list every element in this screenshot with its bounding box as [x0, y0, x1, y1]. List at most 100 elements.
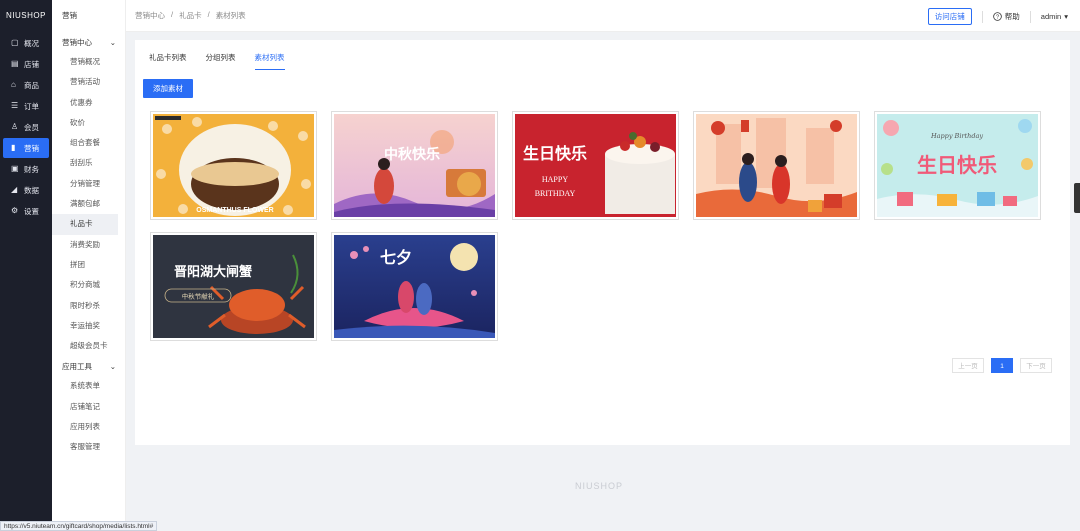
sub-nav-item[interactable]: 系统表单 — [52, 376, 118, 396]
crab-caption: 晋阳湖大闸蟹 — [174, 264, 252, 280]
side-float-tab[interactable] — [1074, 183, 1080, 213]
sub-nav-item[interactable]: 拼团 — [52, 255, 118, 275]
divider — [1029, 10, 1031, 23]
sub-nav-item[interactable]: 营销概况 — [52, 52, 118, 72]
main-nav-item[interactable]: ☰ 订单 — [3, 96, 49, 116]
sub-nav-item[interactable]: 满额包邮 — [52, 194, 118, 214]
help-label: 帮助 — [1004, 12, 1020, 21]
main-nav-item[interactable]: ⌂ 商品 — [3, 75, 49, 95]
sub-nav-item[interactable]: 店铺笔记 — [52, 397, 118, 417]
main-nav-label: 商品 — [24, 80, 39, 90]
new-year-image — [696, 114, 857, 217]
main-nav-label: 订单 — [24, 101, 39, 111]
chevron-down-icon: ⌄ — [109, 361, 116, 371]
main-nav-list: ▢ 概况 ▤ 店铺 ⌂ 商品 ☰ 订单 ♙ 会员 ▮ 营销 ▣ 财务 ◢ 数据 ⚙ 设置 — [0, 33, 52, 221]
material-card[interactable]: 中秋快乐 — [331, 111, 498, 220]
breadcrumb-item[interactable]: 营销中心 — [135, 10, 165, 21]
material-card[interactable]: 生日快乐 HAPPY BRITHDAY — [512, 111, 679, 220]
mid-autumn-image: 中秋快乐 — [334, 114, 495, 217]
status-bar-url: https://v5.niuteam.cn/giftcard/shop/medi… — [0, 521, 158, 531]
main-nav-label: 数据 — [24, 185, 39, 195]
breadcrumb-sep: / — [207, 10, 210, 19]
chevron-down-icon: ⌄ — [109, 37, 116, 47]
sub-nav-item[interactable]: 分销管理 — [52, 174, 118, 194]
group-label: 应用工具 — [62, 361, 92, 371]
main-nav-label: 营销 — [24, 143, 39, 153]
sub-nav-item[interactable]: 积分商城 — [52, 275, 118, 295]
osmanthus-caption: OSMANTHUS FLOWER — [196, 207, 273, 214]
material-card[interactable]: 晋阳湖大闸蟹 中秋节献礼 — [150, 232, 317, 341]
page-button-current[interactable]: 1 — [991, 358, 1013, 373]
main-nav-label: 会员 — [24, 122, 39, 132]
member-icon: ♙ — [11, 122, 19, 131]
data-icon: ◢ — [11, 185, 18, 194]
group-marketing-center[interactable]: 营销中心 ⌄ — [52, 32, 125, 52]
main-nav-item[interactable]: ▣ 财务 — [3, 159, 49, 179]
sub-nav-item[interactable]: 超级会员卡 — [52, 336, 118, 356]
material-card[interactable]: 七夕 — [331, 232, 498, 341]
add-material-button[interactable]: 添加素材 — [143, 79, 193, 98]
group-app-tools[interactable]: 应用工具 ⌄ — [52, 356, 125, 376]
help-icon: ? — [993, 12, 1002, 21]
cartoon-caption: 生日快乐 — [917, 153, 997, 177]
birthday-image: 生日快乐 HAPPY BRITHDAY — [515, 114, 676, 217]
marketing-icon: ▮ — [11, 143, 16, 152]
osmanthus-image: OSMANTHUS FLOWER — [153, 114, 314, 217]
main-nav-label: 设置 — [24, 206, 39, 216]
hairy-crab-image: 晋阳湖大闸蟹 中秋节献礼 — [153, 235, 314, 338]
crab-sub1: 中秋节献礼 — [182, 292, 215, 301]
sub-nav-item[interactable]: 限时秒杀 — [52, 296, 118, 316]
birthday-sub2: BRITHDAY — [535, 189, 576, 198]
sub-nav-item[interactable]: 砍价 — [52, 113, 118, 133]
tab-material-list[interactable]: 素材列表 — [254, 52, 285, 70]
sub-sidebar-title: 营销 — [62, 11, 77, 20]
qixi-image: 七夕 — [334, 235, 495, 338]
main-nav-label: 店铺 — [24, 59, 39, 69]
sub-nav-item[interactable]: 应用列表 — [52, 417, 118, 437]
sub-nav-item[interactable]: 礼品卡 — [52, 214, 118, 235]
breadcrumb: 营销中心 / 礼品卡 / 素材列表 — [135, 10, 246, 21]
breadcrumb-item[interactable]: 礼品卡 — [179, 10, 202, 21]
material-card[interactable] — [693, 111, 860, 220]
top-actions: 访问店铺 ? 帮助 admin ▾ — [927, 8, 1068, 25]
sub-nav-item[interactable]: 优惠券 — [52, 93, 118, 113]
visit-store-button[interactable]: 访问店铺 — [927, 8, 972, 25]
sub-nav-item[interactable]: 幸运抽奖 — [52, 316, 118, 336]
sub-nav-item[interactable]: 营销活动 — [52, 72, 118, 92]
main-card: 礼品卡列表 分组列表 素材列表 添加素材 OSMANTHUS FLOWER 中秋… — [135, 40, 1070, 445]
username: admin — [1040, 12, 1062, 21]
main-nav-item[interactable]: ♙ 会员 — [3, 117, 49, 137]
main-nav-item[interactable]: ⚙ 设置 — [3, 201, 49, 221]
sub-nav-item[interactable]: 刮刮乐 — [52, 153, 118, 173]
mid-autumn-caption: 中秋快乐 — [384, 146, 440, 163]
prev-page-button[interactable]: 上一页 — [952, 358, 984, 373]
order-icon: ☰ — [11, 101, 19, 110]
sub-sidebar: 营销 营销中心 ⌄ 营销概况 营销活动 优惠券 砍价 组合套餐 刮刮乐 分销管理 满额包邮 礼品… — [52, 0, 126, 531]
user-menu[interactable]: admin ▾ — [1041, 12, 1068, 21]
finance-icon: ▣ — [11, 164, 19, 173]
main-sidebar: NIUSHOP ▢ 概况 ▤ 店铺 ⌂ 商品 ☰ 订单 ♙ 会员 ▮ 营销 ▣ 财务 ◢ 数据 ⚙ 设置 — [0, 0, 52, 531]
pagination: 上一页 1 下一页 — [952, 358, 1052, 373]
main-nav-item[interactable]: ◢ 数据 — [3, 180, 49, 200]
breadcrumb-item: 素材列表 — [215, 11, 246, 20]
main-nav-item[interactable]: ▤ 店铺 — [3, 54, 49, 74]
material-card[interactable]: Happy Birthday 生日快乐 — [874, 111, 1041, 220]
next-page-button[interactable]: 下一页 — [1020, 358, 1052, 373]
sub-nav-item[interactable]: 客服管理 — [52, 437, 118, 457]
birthday-sub1: HAPPY — [542, 175, 568, 184]
group2-items: 系统表单 店铺笔记 应用列表 客服管理 — [52, 376, 125, 457]
sub-nav-item[interactable]: 消费奖励 — [52, 235, 118, 255]
caret-down-icon: ▾ — [1064, 12, 1068, 21]
help-link[interactable]: ? 帮助 — [993, 11, 1020, 22]
material-card[interactable]: OSMANTHUS FLOWER — [150, 111, 317, 220]
qixi-caption: 七夕 — [380, 248, 412, 267]
brand-logo[interactable]: NIUSHOP — [0, 0, 52, 32]
sub-nav-item[interactable]: 组合套餐 — [52, 133, 118, 153]
tab-group-list[interactable]: 分组列表 — [206, 52, 236, 70]
main-nav-item[interactable]: ▮ 营销 — [3, 138, 49, 158]
divider — [981, 10, 983, 23]
tab-giftcard-list[interactable]: 礼品卡列表 — [149, 52, 187, 70]
main-nav-item[interactable]: ▢ 概况 — [3, 33, 49, 53]
group1-items: 营销概况 营销活动 优惠券 砍价 组合套餐 刮刮乐 分销管理 满额包邮 礼品卡 消费奖励 拼团 积分商… — [52, 52, 125, 356]
cartoon-sub1: Happy Birthday — [930, 132, 983, 140]
